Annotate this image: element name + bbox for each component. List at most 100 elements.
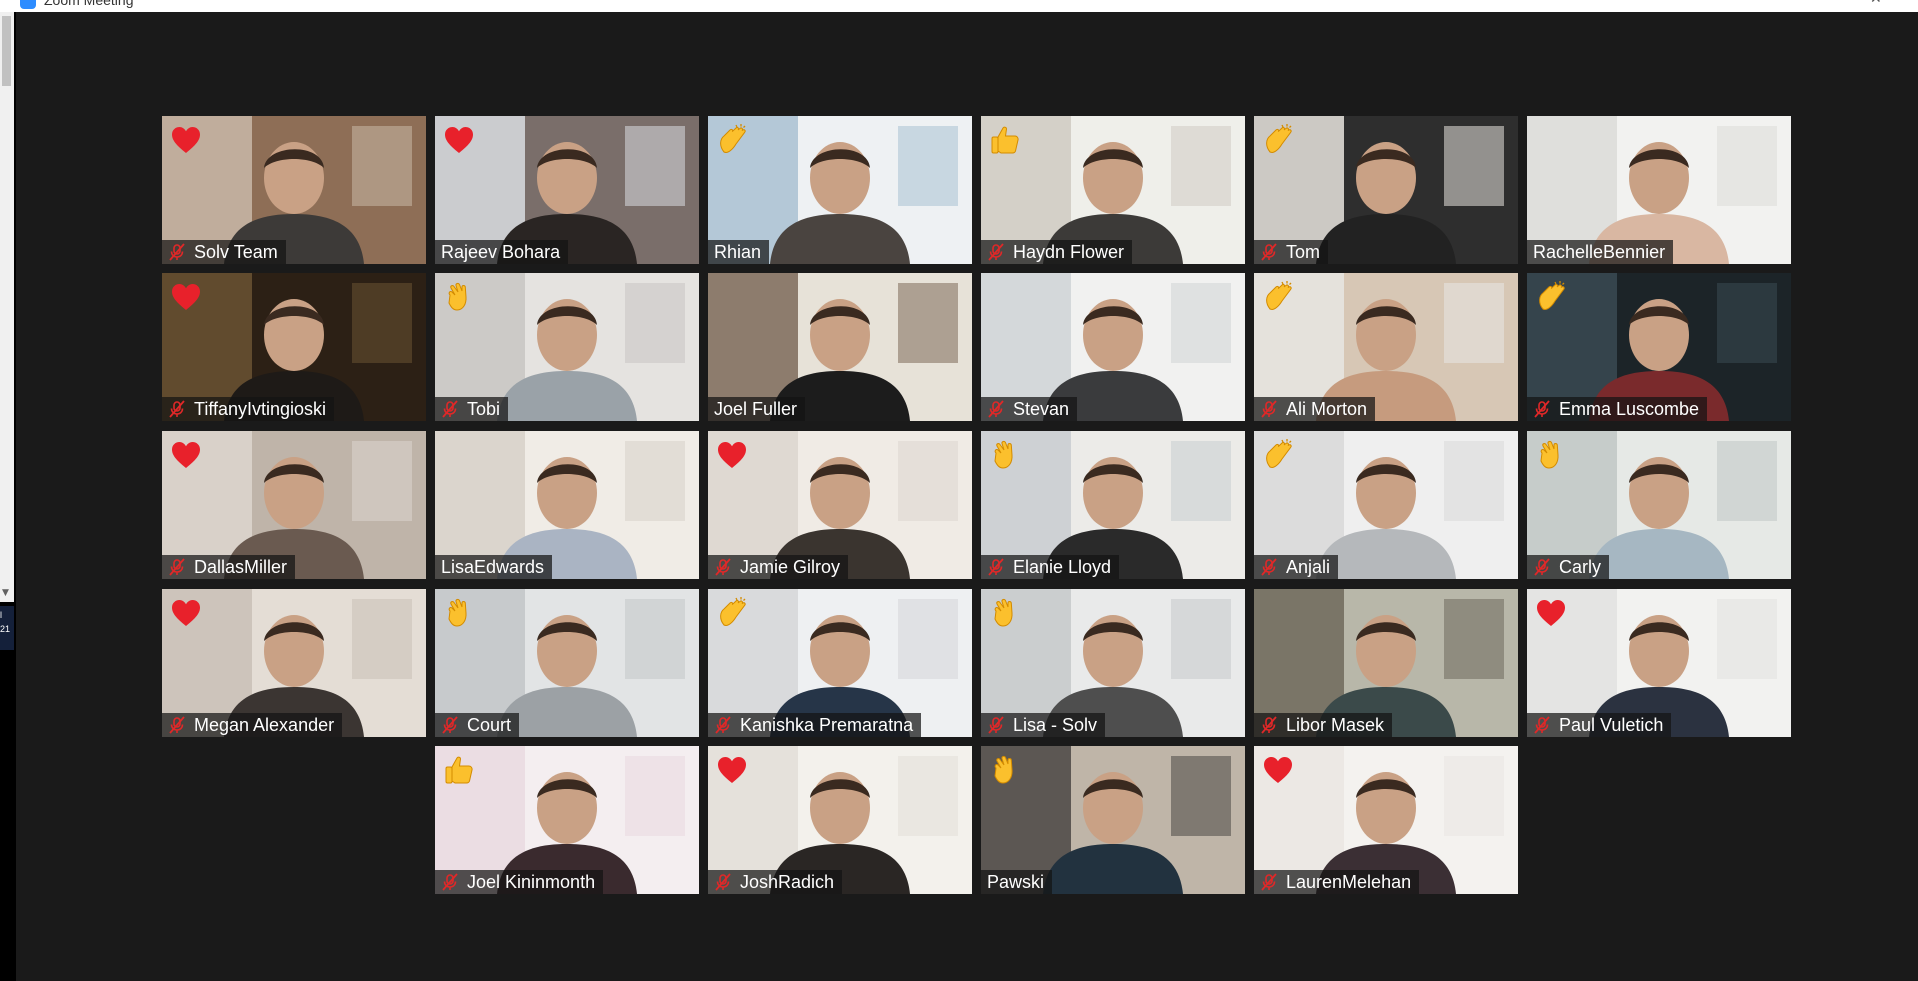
participant-name-bar: Anjali <box>1254 555 1339 579</box>
participant-tile[interactable]: Kanishka Premaratna <box>708 589 972 737</box>
participant-name: Libor Masek <box>1286 715 1385 735</box>
participant-name-bar: Tobi <box>435 397 509 421</box>
participant-tile[interactable]: Lisa - Solv <box>981 589 1245 737</box>
muted-microphone-icon <box>715 873 731 891</box>
participant-name-bar: Joel Kininmonth <box>435 870 604 894</box>
clap-reaction-icon <box>720 124 746 153</box>
participant-name-bar: Carly <box>1527 555 1610 579</box>
participant-name: Ali Morton <box>1286 399 1368 419</box>
heart-reaction-icon <box>172 284 200 310</box>
participant-name: Elanie Lloyd <box>1013 557 1112 577</box>
participant-tile[interactable]: Rajeev Bohara <box>435 116 699 264</box>
participant-name-bar: Elanie Lloyd <box>981 555 1120 579</box>
participant-name-bar: Joel Fuller <box>708 397 806 421</box>
wave-reaction-icon <box>448 282 467 311</box>
participant-name: Rajeev Bohara <box>441 242 561 262</box>
heart-reaction-icon <box>445 127 473 153</box>
participant-tile[interactable]: Paul Vuletich <box>1527 589 1791 737</box>
clap-reaction-icon <box>720 597 746 626</box>
muted-microphone-icon <box>169 558 185 576</box>
participant-tile[interactable]: Libor Masek <box>1254 589 1518 737</box>
participant-name: Pawski <box>987 872 1045 892</box>
participant-name: Anjali <box>1286 557 1331 577</box>
muted-microphone-icon <box>1534 400 1550 418</box>
participant-name-bar: Paul Vuletich <box>1527 713 1672 737</box>
participant-name-bar: Tom <box>1254 240 1329 264</box>
participant-name: Solv Team <box>194 242 278 262</box>
participant-tile[interactable]: TiffanyIvtingioski <box>162 273 426 421</box>
participant-name: LisaEdwards <box>441 557 545 577</box>
participant-name-bar: RachelleBennier <box>1527 240 1674 264</box>
participant-name-bar: JoshRadich <box>708 870 843 894</box>
participant-name: Stevan <box>1013 399 1070 419</box>
heart-reaction-icon <box>718 442 746 468</box>
participant-tile[interactable]: Joel Kininmonth <box>435 746 699 894</box>
participant-name-bar: LisaEdwards <box>435 555 553 579</box>
muted-microphone-icon <box>1534 716 1550 734</box>
muted-microphone-icon <box>1261 716 1277 734</box>
participant-name: Court <box>467 715 512 735</box>
participant-name: Tobi <box>467 399 501 419</box>
participant-tile[interactable]: Jamie Gilroy <box>708 431 972 579</box>
thumbs-up-reaction-icon <box>991 126 1019 154</box>
wave-reaction-icon <box>448 598 467 627</box>
participant-name-bar: Megan Alexander <box>162 713 343 737</box>
muted-microphone-icon <box>1261 873 1277 891</box>
participant-tile[interactable]: Tobi <box>435 273 699 421</box>
participant-tile[interactable]: Elanie Lloyd <box>981 431 1245 579</box>
participant-tile[interactable]: DallasMiller <box>162 431 426 579</box>
muted-microphone-icon <box>169 716 185 734</box>
participant-name: Rhian <box>714 242 762 262</box>
participant-tile[interactable]: Stevan <box>981 273 1245 421</box>
participant-name: DallasMiller <box>194 557 288 577</box>
muted-microphone-icon <box>442 400 458 418</box>
participant-name-bar: Ali Morton <box>1254 397 1376 421</box>
participant-tile[interactable]: LisaEdwards <box>435 431 699 579</box>
participant-name: Tom <box>1286 242 1321 262</box>
participant-name: Emma Luscombe <box>1559 399 1700 419</box>
muted-microphone-icon <box>988 558 1004 576</box>
participant-tile[interactable]: RachelleBennier <box>1527 116 1791 264</box>
participant-name-bar: Jamie Gilroy <box>708 555 849 579</box>
heart-reaction-icon <box>172 127 200 153</box>
participant-name: Kanishka Premaratna <box>740 715 914 735</box>
muted-microphone-icon <box>442 716 458 734</box>
participant-name: Lisa - Solv <box>1013 715 1098 735</box>
muted-microphone-icon <box>169 400 185 418</box>
heart-reaction-icon <box>1264 757 1292 783</box>
muted-microphone-icon <box>442 873 458 891</box>
muted-microphone-icon <box>1261 558 1277 576</box>
participant-name: Joel Fuller <box>714 399 798 419</box>
participant-tile[interactable]: LaurenMelehan <box>1254 746 1518 894</box>
participant-tile[interactable]: Haydn Flower <box>981 116 1245 264</box>
participant-tile[interactable]: Solv Team <box>162 116 426 264</box>
participant-tile[interactable]: Rhian <box>708 116 972 264</box>
participant-tile[interactable]: Joel Fuller <box>708 273 972 421</box>
participant-name: Haydn Flower <box>1013 242 1125 262</box>
participant-name-bar: LaurenMelehan <box>1254 870 1420 894</box>
heart-reaction-icon <box>172 600 200 626</box>
muted-microphone-icon <box>715 558 731 576</box>
muted-microphone-icon <box>1261 400 1277 418</box>
participant-name-bar: Pawski <box>981 870 1053 894</box>
participant-tile[interactable]: Ali Morton <box>1254 273 1518 421</box>
participant-name: Jamie Gilroy <box>740 557 841 577</box>
participant-tile[interactable]: Tom <box>1254 116 1518 264</box>
clap-reaction-icon <box>1539 281 1565 310</box>
participant-tile[interactable]: JoshRadich <box>708 746 972 894</box>
participant-tile[interactable]: Megan Alexander <box>162 589 426 737</box>
participant-tile[interactable]: Anjali <box>1254 431 1518 579</box>
participant-name-bar: DallasMiller <box>162 555 296 579</box>
muted-microphone-icon <box>715 716 731 734</box>
clap-reaction-icon <box>1266 439 1292 468</box>
wave-reaction-icon <box>994 755 1013 784</box>
participant-name: Megan Alexander <box>194 715 335 735</box>
muted-microphone-icon <box>1261 243 1277 261</box>
participant-tile[interactable]: Carly <box>1527 431 1791 579</box>
clap-reaction-icon <box>1266 124 1292 153</box>
wave-reaction-icon <box>994 598 1013 627</box>
heart-reaction-icon <box>1537 600 1565 626</box>
participant-tile[interactable]: Court <box>435 589 699 737</box>
participant-tile[interactable]: Emma Luscombe <box>1527 273 1791 421</box>
participant-tile[interactable]: Pawski <box>981 746 1245 894</box>
